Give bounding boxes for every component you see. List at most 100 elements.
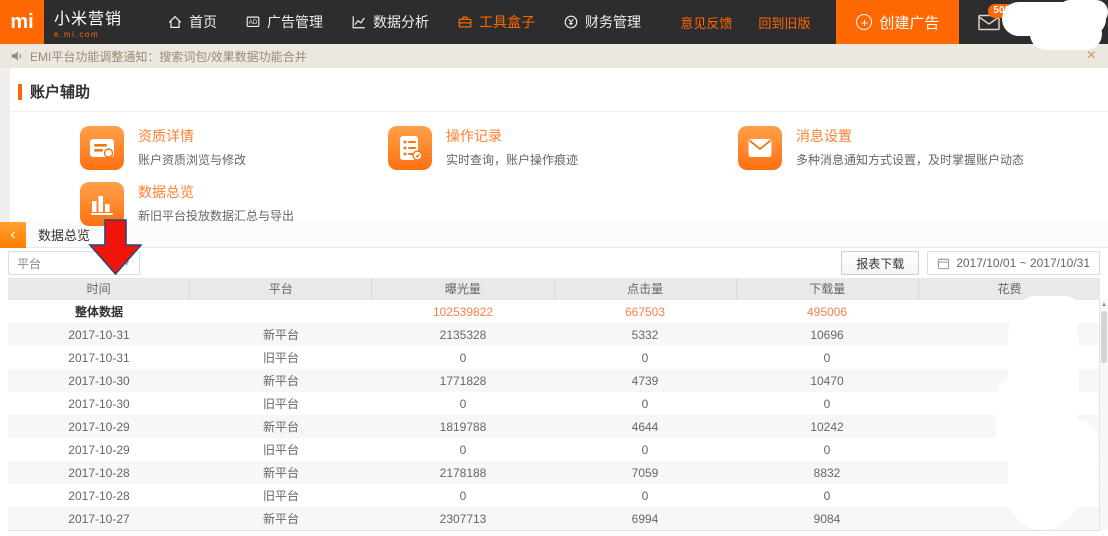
card-title: 操作记录 bbox=[446, 126, 578, 146]
account-menu[interactable]: 账户ID： 小米ID ∨ bbox=[1021, 6, 1104, 38]
cell-time: 2017-10-30 bbox=[8, 397, 190, 411]
unread-badge: 509 bbox=[988, 4, 1015, 18]
back-button[interactable]: ‹ bbox=[0, 222, 26, 248]
cell-platform: 旧平台 bbox=[190, 349, 372, 366]
operation-record-icon bbox=[388, 126, 432, 170]
cell-time: 2017-10-30 bbox=[8, 374, 190, 388]
cell-downloads: 495006 bbox=[736, 305, 918, 319]
table-body: 整体数据1025398226675034950062017-10-31新平台21… bbox=[8, 300, 1100, 531]
mi-logo[interactable]: mi bbox=[0, 0, 44, 44]
card-operation-record[interactable]: 操作记录 实时查询，账户操作痕迹 bbox=[388, 126, 578, 170]
table-row: 2017-10-30旧平台000 bbox=[8, 392, 1100, 415]
cell-downloads: 9084 bbox=[736, 512, 918, 526]
mi-logo-text: mi bbox=[10, 11, 33, 34]
cell-time: 2017-10-31 bbox=[8, 328, 190, 342]
scroll-up-icon[interactable]: ▲ bbox=[1100, 300, 1108, 310]
cell-clicks: 0 bbox=[554, 443, 736, 457]
cell-impressions: 0 bbox=[372, 489, 554, 503]
cell-clicks: 667503 bbox=[554, 305, 736, 319]
table-row: 2017-10-27新平台230771369949084 bbox=[8, 507, 1100, 530]
report-download-button[interactable]: 报表下载 bbox=[841, 251, 919, 275]
close-icon[interactable]: × bbox=[1087, 46, 1096, 65]
table-row: 2017-10-31新平台2135328533210696 bbox=[8, 323, 1100, 346]
calendar-icon bbox=[937, 257, 950, 270]
announcement-bar: EMI平台功能调整通知：搜索词包/效果数据功能合并 × bbox=[0, 44, 1108, 68]
filter-actions: 报表下载 2017/10/01 ~ 2017/10/31 bbox=[841, 251, 1100, 275]
nav-item-home[interactable]: 首页 bbox=[167, 12, 217, 32]
card-title: 数据总览 bbox=[138, 182, 294, 202]
cell-downloads: 8832 bbox=[736, 466, 918, 480]
brand-domain: e.mi.com bbox=[54, 30, 122, 39]
filter-bar: 平台 ▼ 报表下载 2017/10/01 ~ 2017/10/31 bbox=[0, 248, 1108, 278]
cell-impressions: 0 bbox=[372, 351, 554, 365]
card-title: 消息设置 bbox=[796, 126, 1024, 146]
cell-downloads: 0 bbox=[736, 443, 918, 457]
date-range-picker[interactable]: 2017/10/01 ~ 2017/10/31 bbox=[927, 251, 1100, 275]
speaker-icon bbox=[10, 49, 24, 63]
license-icon bbox=[80, 126, 124, 170]
nav-item-ad-management[interactable]: AD 广告管理 bbox=[245, 12, 323, 32]
brand-name: 小米营销 bbox=[54, 5, 122, 29]
scrollbar-thumb[interactable] bbox=[1101, 311, 1107, 363]
create-ad-button[interactable]: + 创建广告 bbox=[836, 0, 959, 44]
cell-clicks: 4644 bbox=[554, 420, 736, 434]
table-row: 2017-10-30新平台1771828473910470 bbox=[8, 369, 1100, 392]
cell-downloads: 10470 bbox=[736, 374, 918, 388]
platform-select-value: 平台 bbox=[17, 255, 41, 272]
cell-impressions: 1819788 bbox=[372, 420, 554, 434]
feedback-link[interactable]: 意见反馈 bbox=[680, 13, 732, 32]
svg-text:AD: AD bbox=[249, 19, 258, 26]
caret-down-icon: ▼ bbox=[122, 258, 131, 268]
nav-item-toolbox[interactable]: 工具盒子 bbox=[457, 12, 535, 32]
cell-impressions: 2178188 bbox=[372, 466, 554, 480]
header-clicks[interactable]: 点击量 bbox=[555, 278, 737, 300]
cell-clicks: 4739 bbox=[554, 374, 736, 388]
old-version-link[interactable]: 回到旧版 bbox=[758, 13, 810, 32]
header-cost[interactable]: 花费 bbox=[919, 278, 1100, 300]
cell-impressions: 1771828 bbox=[372, 374, 554, 388]
cell-platform: 新平台 bbox=[190, 510, 372, 527]
cell-impressions: 102539822 bbox=[372, 305, 554, 319]
table-row: 2017-10-29旧平台000 bbox=[8, 438, 1100, 461]
card-desc: 实时查询，账户操作痕迹 bbox=[446, 151, 578, 168]
finance-icon bbox=[563, 14, 579, 30]
cell-time: 2017-10-29 bbox=[8, 443, 190, 457]
card-text: 资质详情 账户资质浏览与修改 bbox=[138, 126, 246, 168]
cell-time: 整体数据 bbox=[8, 303, 190, 320]
cell-impressions: 2135328 bbox=[372, 328, 554, 342]
panel-title: 账户辅助 bbox=[30, 81, 90, 102]
toolbox-icon bbox=[457, 14, 473, 30]
ad-icon: AD bbox=[245, 14, 261, 30]
nav-item-finance[interactable]: 财务管理 bbox=[563, 12, 641, 32]
table-scrollbar[interactable]: ▲ bbox=[1099, 300, 1108, 530]
nav-item-data-analysis[interactable]: 数据分析 bbox=[351, 12, 429, 32]
header-platform[interactable]: 平台 bbox=[190, 278, 372, 300]
cell-platform: 新平台 bbox=[190, 418, 372, 435]
platform-select[interactable]: 平台 ▼ bbox=[8, 251, 140, 275]
cell-downloads: 0 bbox=[736, 489, 918, 503]
nav-label: 数据分析 bbox=[373, 12, 429, 32]
table-row: 2017-10-28新平台217818870598832 bbox=[8, 461, 1100, 484]
cell-clicks: 0 bbox=[554, 351, 736, 365]
cell-time: 2017-10-29 bbox=[8, 420, 190, 434]
card-message-settings[interactable]: 消息设置 多种消息通知方式设置，及时掌握账户动态 bbox=[738, 126, 1024, 170]
header-impressions[interactable]: 曝光量 bbox=[372, 278, 554, 300]
table-header-row: 时间 平台 曝光量 点击量 下载量 花费 bbox=[8, 278, 1100, 300]
cell-platform: 旧平台 bbox=[190, 487, 372, 504]
cell-impressions: 0 bbox=[372, 443, 554, 457]
card-data-overview[interactable]: 数据总览 新旧平台投放数据汇总与导出 bbox=[80, 182, 294, 226]
cell-time: 2017-10-28 bbox=[8, 466, 190, 480]
cell-downloads: 0 bbox=[736, 351, 918, 365]
card-desc: 账户资质浏览与修改 bbox=[138, 151, 246, 168]
header-downloads[interactable]: 下载量 bbox=[737, 278, 919, 300]
header-time[interactable]: 时间 bbox=[8, 278, 190, 300]
table-row: 2017-10-29新平台1819788464410242 bbox=[8, 415, 1100, 438]
card-qualification-details[interactable]: 资质详情 账户资质浏览与修改 bbox=[80, 126, 246, 170]
cell-platform: 新平台 bbox=[190, 326, 372, 343]
date-range-value: 2017/10/01 ~ 2017/10/31 bbox=[956, 256, 1090, 270]
messages-button[interactable]: 509 bbox=[977, 12, 1001, 33]
table-row: 2017-10-28旧平台000 bbox=[8, 484, 1100, 507]
table-row: 2017-10-31旧平台000 bbox=[8, 346, 1100, 369]
card-title: 资质详情 bbox=[138, 126, 246, 146]
chart-icon bbox=[351, 14, 367, 30]
